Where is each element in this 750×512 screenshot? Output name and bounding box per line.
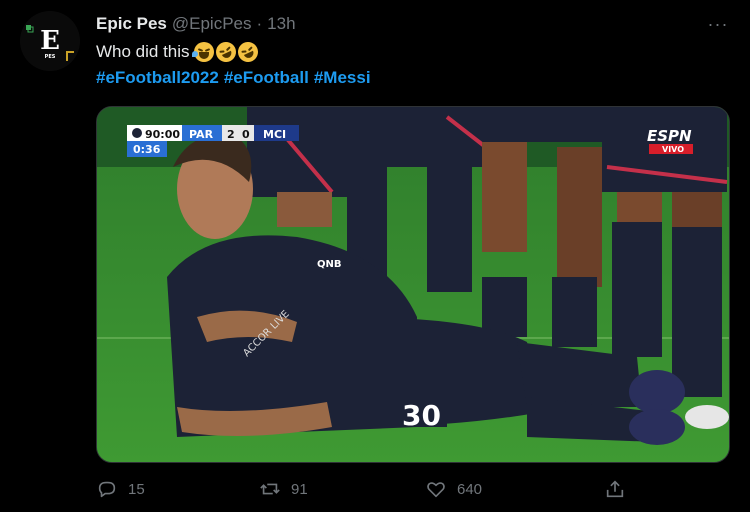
home-score: 2: [227, 128, 235, 141]
hashtag-efootball2022[interactable]: #eFootball2022: [96, 68, 219, 88]
champions-league-icon: [132, 128, 142, 138]
emoji-mouth: [221, 50, 233, 60]
football-photo: 30 QNB ACCOR LIVE 90:00 0:36 PAR 2 0 MCI: [97, 107, 729, 462]
emoji-mouth: [198, 52, 209, 59]
author-handle[interactable]: @EpicPes: [172, 14, 252, 34]
separator-dot: ·: [256, 14, 263, 33]
shirt-number: 30: [402, 399, 441, 432]
retweet-button[interactable]: 91: [259, 478, 308, 500]
match-time: 90:00: [145, 128, 180, 141]
hashtag-efootball[interactable]: #eFootball: [224, 68, 309, 88]
tweet[interactable]: E PES Epic Pes @EpicPes · 13h ··· Who di…: [0, 0, 750, 512]
extra-time: 0:36: [133, 143, 161, 156]
loudly-crying-face-icon: [191, 42, 214, 62]
tear-icon: [191, 51, 198, 57]
share-icon: [606, 480, 624, 498]
retweet-count: 91: [291, 480, 308, 498]
timestamp[interactable]: 13h: [267, 14, 295, 34]
author-name[interactable]: Epic Pes: [96, 14, 167, 34]
espn-logo-icon: ESPN VIVO: [647, 127, 693, 154]
hashtag-messi[interactable]: #Messi: [314, 68, 371, 88]
more-options-button[interactable]: ···: [703, 14, 733, 34]
reply-button[interactable]: 15: [96, 478, 145, 500]
away-score: 0: [242, 128, 250, 141]
tweet-text: Who did this: [96, 38, 261, 66]
share-button[interactable]: [604, 478, 626, 500]
rolling-on-the-floor-laughing-icon: [212, 38, 239, 66]
svg-text:E: E: [40, 26, 60, 56]
retweet-icon: [260, 483, 280, 495]
like-button[interactable]: 640: [425, 478, 482, 500]
broadcaster: ESPN: [647, 127, 692, 145]
tweet-text-body: Who did this: [96, 42, 190, 61]
sponsor-text: QNB: [317, 259, 342, 270]
svg-text:PES: PES: [45, 54, 56, 60]
hashtags: #eFootball2022 #eFootball #Messi: [96, 68, 371, 88]
emoji-mouth: [243, 50, 255, 60]
rolling-on-the-floor-laughing-icon: [234, 38, 261, 66]
home-team: PAR: [189, 128, 214, 141]
away-team: MCI: [263, 128, 286, 141]
tweet-media-image[interactable]: 30 QNB ACCOR LIVE 90:00 0:36 PAR 2 0 MCI: [96, 106, 730, 463]
epic-pes-logo-icon: E PES: [20, 11, 80, 71]
heart-icon: [427, 482, 445, 498]
avatar[interactable]: E PES: [20, 11, 80, 71]
tweet-header: Epic Pes @EpicPes · 13h: [96, 14, 296, 34]
reply-icon: [98, 481, 116, 498]
tweet-actions: 15 91 640: [96, 478, 730, 506]
reply-count: 15: [128, 480, 145, 498]
broadcaster-tag: VIVO: [662, 145, 684, 154]
like-count: 640: [457, 480, 483, 498]
